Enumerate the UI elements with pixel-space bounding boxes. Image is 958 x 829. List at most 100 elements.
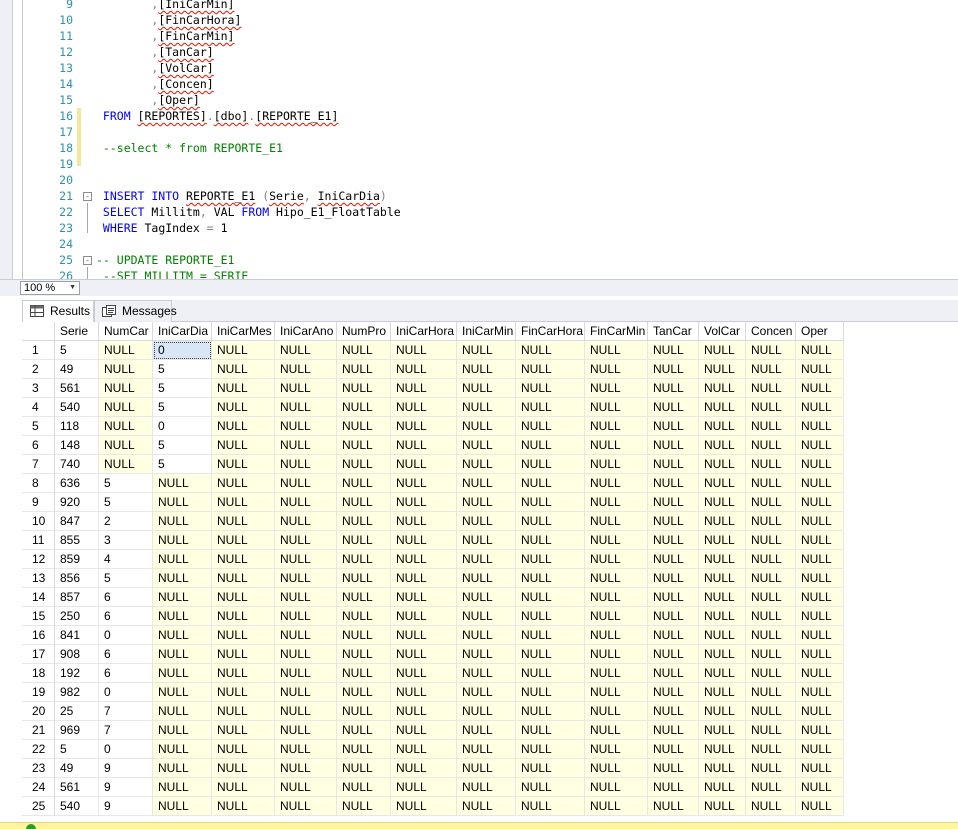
- table-cell[interactable]: NULL: [699, 664, 746, 683]
- table-cell[interactable]: NULL: [796, 569, 844, 588]
- table-row[interactable]: 23 49 9 NULL NULL NULL NULL NULL NULL NULL NULL NUL…: [22, 759, 844, 778]
- table-cell[interactable]: 856: [55, 569, 99, 588]
- row-number[interactable]: 9: [22, 493, 55, 512]
- table-cell[interactable]: NULL: [516, 645, 585, 664]
- table-cell[interactable]: NULL: [275, 531, 337, 550]
- table-row[interactable]: 12 859 4 NULL NULL NULL NULL NULL NULL NULL NULL NU…: [22, 550, 844, 569]
- table-cell[interactable]: 118: [55, 417, 99, 436]
- table-row[interactable]: 10 847 2 NULL NULL NULL NULL NULL NULL NULL NULL NU…: [22, 512, 844, 531]
- table-cell[interactable]: NULL: [457, 379, 516, 398]
- table-cell[interactable]: NULL: [699, 797, 746, 816]
- table-cell[interactable]: NULL: [457, 645, 516, 664]
- table-cell[interactable]: NULL: [212, 379, 275, 398]
- table-cell[interactable]: NULL: [457, 702, 516, 721]
- table-cell[interactable]: 5: [153, 436, 212, 455]
- table-cell[interactable]: NULL: [648, 569, 699, 588]
- table-cell[interactable]: NULL: [391, 588, 457, 607]
- column-header[interactable]: IniCarAno: [275, 322, 337, 341]
- table-cell[interactable]: 5: [99, 569, 153, 588]
- column-header[interactable]: Concen: [746, 322, 796, 341]
- table-cell[interactable]: NULL: [699, 398, 746, 417]
- table-cell[interactable]: NULL: [699, 512, 746, 531]
- table-cell[interactable]: NULL: [212, 626, 275, 645]
- table-cell[interactable]: NULL: [212, 721, 275, 740]
- table-cell[interactable]: NULL: [648, 379, 699, 398]
- table-cell[interactable]: 148: [55, 436, 99, 455]
- row-number[interactable]: 10: [22, 512, 55, 531]
- table-cell[interactable]: NULL: [212, 645, 275, 664]
- table-cell[interactable]: NULL: [516, 417, 585, 436]
- table-cell[interactable]: NULL: [516, 493, 585, 512]
- table-cell[interactable]: NULL: [746, 493, 796, 512]
- table-cell[interactable]: NULL: [457, 531, 516, 550]
- row-number[interactable]: 3: [22, 379, 55, 398]
- table-cell[interactable]: NULL: [699, 493, 746, 512]
- table-cell[interactable]: NULL: [585, 417, 648, 436]
- table-cell[interactable]: NULL: [746, 436, 796, 455]
- table-cell[interactable]: NULL: [391, 341, 457, 360]
- table-cell[interactable]: NULL: [153, 569, 212, 588]
- code-line[interactable]: 15 ,[Oper]: [0, 92, 958, 108]
- table-cell[interactable]: NULL: [457, 778, 516, 797]
- table-cell[interactable]: NULL: [337, 702, 391, 721]
- table-cell[interactable]: NULL: [275, 379, 337, 398]
- table-cell[interactable]: NULL: [699, 474, 746, 493]
- column-header[interactable]: Oper: [796, 322, 844, 341]
- table-cell[interactable]: NULL: [648, 645, 699, 664]
- table-cell[interactable]: NULL: [746, 417, 796, 436]
- table-cell[interactable]: NULL: [796, 588, 844, 607]
- table-cell[interactable]: NULL: [212, 341, 275, 360]
- table-cell[interactable]: NULL: [153, 645, 212, 664]
- table-cell[interactable]: NULL: [648, 588, 699, 607]
- table-cell[interactable]: 7: [99, 702, 153, 721]
- table-cell[interactable]: NULL: [391, 759, 457, 778]
- table-row[interactable]: 6 148 NULL 5 NULL NULL NULL NULL NULL NULL NULL NUL…: [22, 436, 844, 455]
- table-cell[interactable]: NULL: [699, 683, 746, 702]
- table-cell[interactable]: 969: [55, 721, 99, 740]
- table-row[interactable]: 14 857 6 NULL NULL NULL NULL NULL NULL NULL NULL NU…: [22, 588, 844, 607]
- code-line[interactable]: 14 ,[Concen]: [0, 76, 958, 92]
- table-cell[interactable]: 0: [99, 626, 153, 645]
- table-cell[interactable]: NULL: [746, 645, 796, 664]
- table-cell[interactable]: NULL: [337, 664, 391, 683]
- table-cell[interactable]: NULL: [585, 607, 648, 626]
- table-cell[interactable]: NULL: [212, 550, 275, 569]
- table-cell[interactable]: NULL: [648, 664, 699, 683]
- table-cell[interactable]: NULL: [457, 569, 516, 588]
- results-grid[interactable]: Serie NumCar IniCarDia IniCarMes IniCarAno Nu…: [22, 322, 958, 822]
- row-number[interactable]: 12: [22, 550, 55, 569]
- table-cell[interactable]: 5: [153, 398, 212, 417]
- table-cell[interactable]: NULL: [212, 531, 275, 550]
- table-cell[interactable]: 3: [99, 531, 153, 550]
- table-cell[interactable]: 5: [99, 474, 153, 493]
- table-cell[interactable]: NULL: [153, 702, 212, 721]
- table-cell[interactable]: NULL: [796, 398, 844, 417]
- table-cell[interactable]: NULL: [391, 360, 457, 379]
- table-row[interactable]: 13 856 5 NULL NULL NULL NULL NULL NULL NULL NULL NU…: [22, 569, 844, 588]
- table-cell[interactable]: NULL: [699, 455, 746, 474]
- table-cell[interactable]: NULL: [99, 360, 153, 379]
- table-cell[interactable]: NULL: [212, 417, 275, 436]
- table-cell[interactable]: NULL: [516, 455, 585, 474]
- table-cell[interactable]: 49: [55, 360, 99, 379]
- table-cell[interactable]: NULL: [275, 664, 337, 683]
- table-cell[interactable]: NULL: [153, 474, 212, 493]
- code-line[interactable]: 9 ,[IniCarMin]: [0, 0, 958, 12]
- table-row[interactable]: 11 855 3 NULL NULL NULL NULL NULL NULL NULL NULL NU…: [22, 531, 844, 550]
- table-cell[interactable]: NULL: [457, 493, 516, 512]
- table-cell[interactable]: NULL: [391, 493, 457, 512]
- table-cell[interactable]: 5: [153, 455, 212, 474]
- row-number[interactable]: 23: [22, 759, 55, 778]
- table-cell[interactable]: NULL: [275, 740, 337, 759]
- table-cell[interactable]: NULL: [746, 664, 796, 683]
- table-cell[interactable]: NULL: [516, 721, 585, 740]
- table-cell[interactable]: NULL: [153, 683, 212, 702]
- table-cell[interactable]: NULL: [275, 474, 337, 493]
- table-cell[interactable]: NULL: [337, 474, 391, 493]
- table-row[interactable]: 21 969 7 NULL NULL NULL NULL NULL NULL NULL NULL NU…: [22, 721, 844, 740]
- table-cell[interactable]: NULL: [746, 360, 796, 379]
- table-cell[interactable]: NULL: [516, 436, 585, 455]
- row-number[interactable]: 14: [22, 588, 55, 607]
- table-cell[interactable]: 6: [99, 588, 153, 607]
- code-line[interactable]: 21 - INSERT INTO REPORTE_E1 (Serie, IniCa…: [0, 188, 958, 204]
